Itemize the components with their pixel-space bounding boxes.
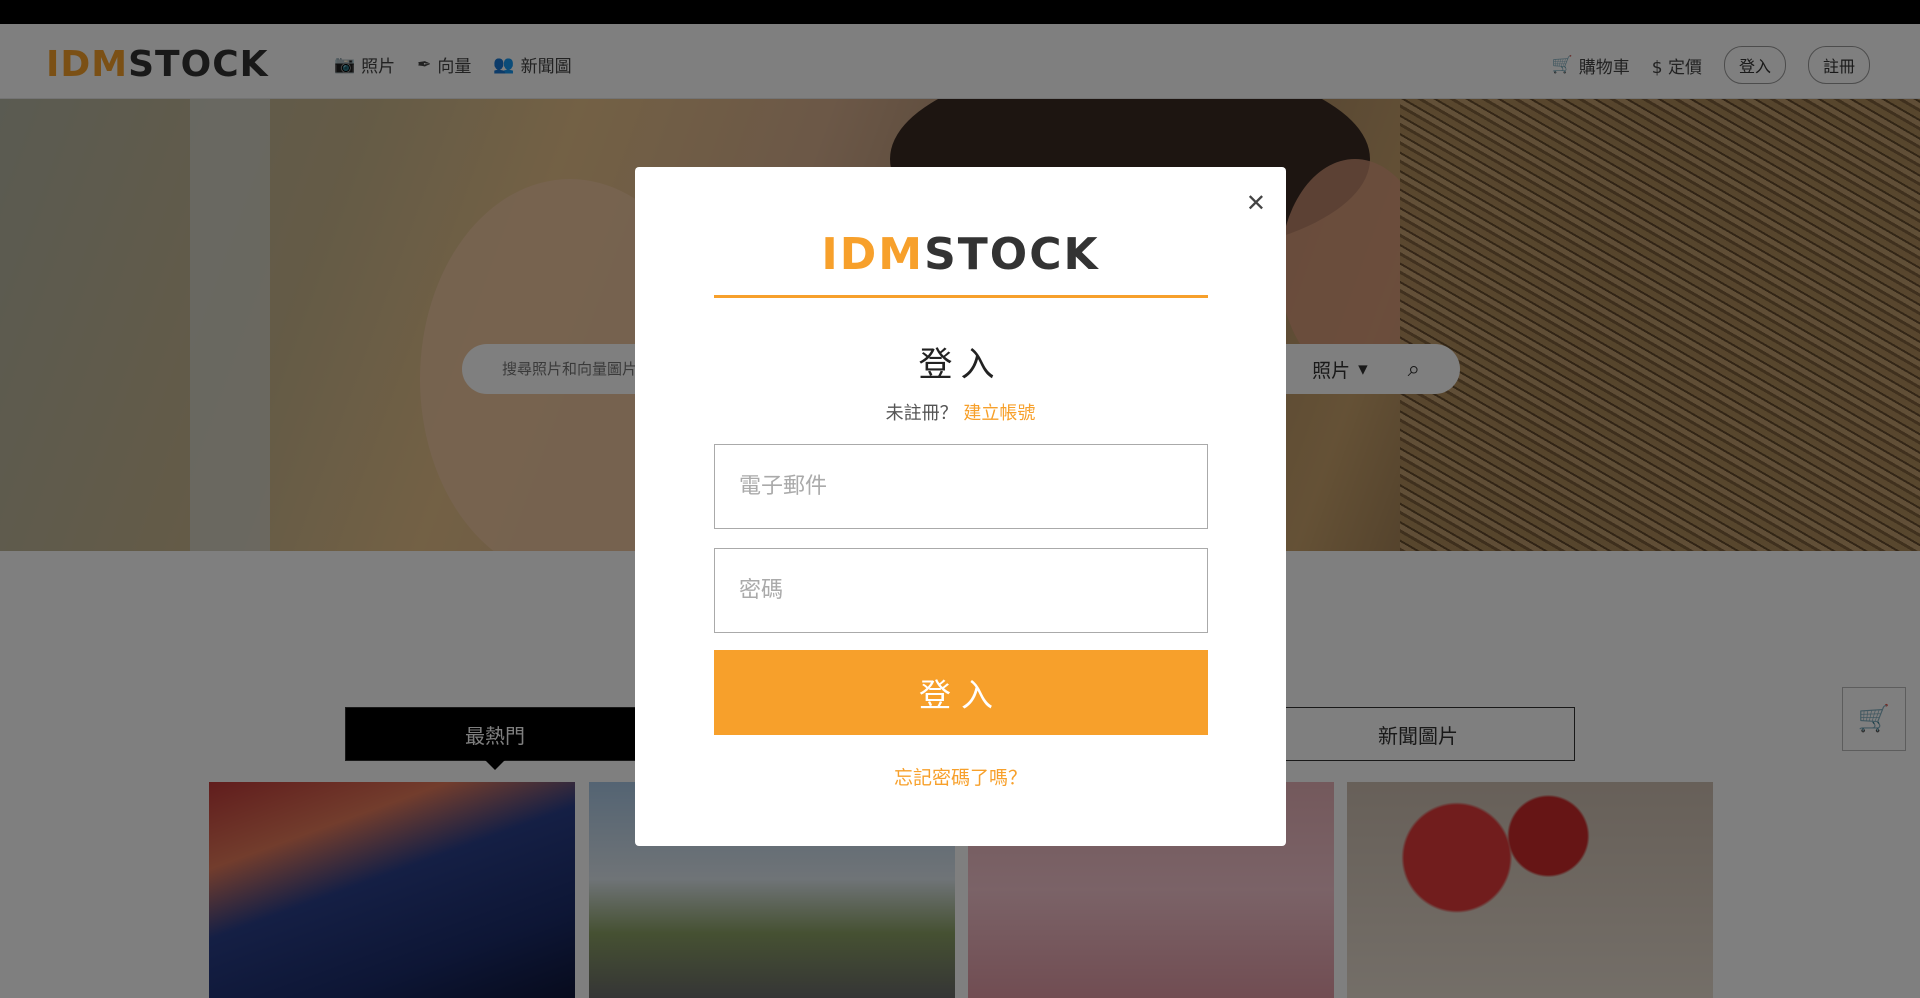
divider [714, 295, 1208, 298]
login-modal: ✕ IDMSTOCK 登入 未註冊？ 建立帳號 登入 忘記密碼了嗎？ [635, 167, 1286, 846]
register-prompt: 未註冊？ 建立帳號 [635, 399, 1286, 425]
modal-logo-idm: IDM [821, 229, 925, 280]
modal-logo-stock: STOCK [924, 229, 1100, 280]
email-field[interactable] [714, 444, 1208, 529]
password-field[interactable] [714, 548, 1208, 633]
not-registered-text: 未註冊？ [885, 403, 958, 424]
login-submit-button[interactable]: 登入 [714, 650, 1208, 735]
close-icon[interactable]: ✕ [1246, 191, 1266, 215]
modal-title: 登入 [918, 345, 1003, 385]
forgot-password-link[interactable]: 忘記密碼了嗎？ [635, 763, 1286, 790]
modal-logo: IDMSTOCK [635, 229, 1286, 280]
top-black-bar [0, 0, 1920, 24]
create-account-link[interactable]: 建立帳號 [963, 403, 1035, 424]
